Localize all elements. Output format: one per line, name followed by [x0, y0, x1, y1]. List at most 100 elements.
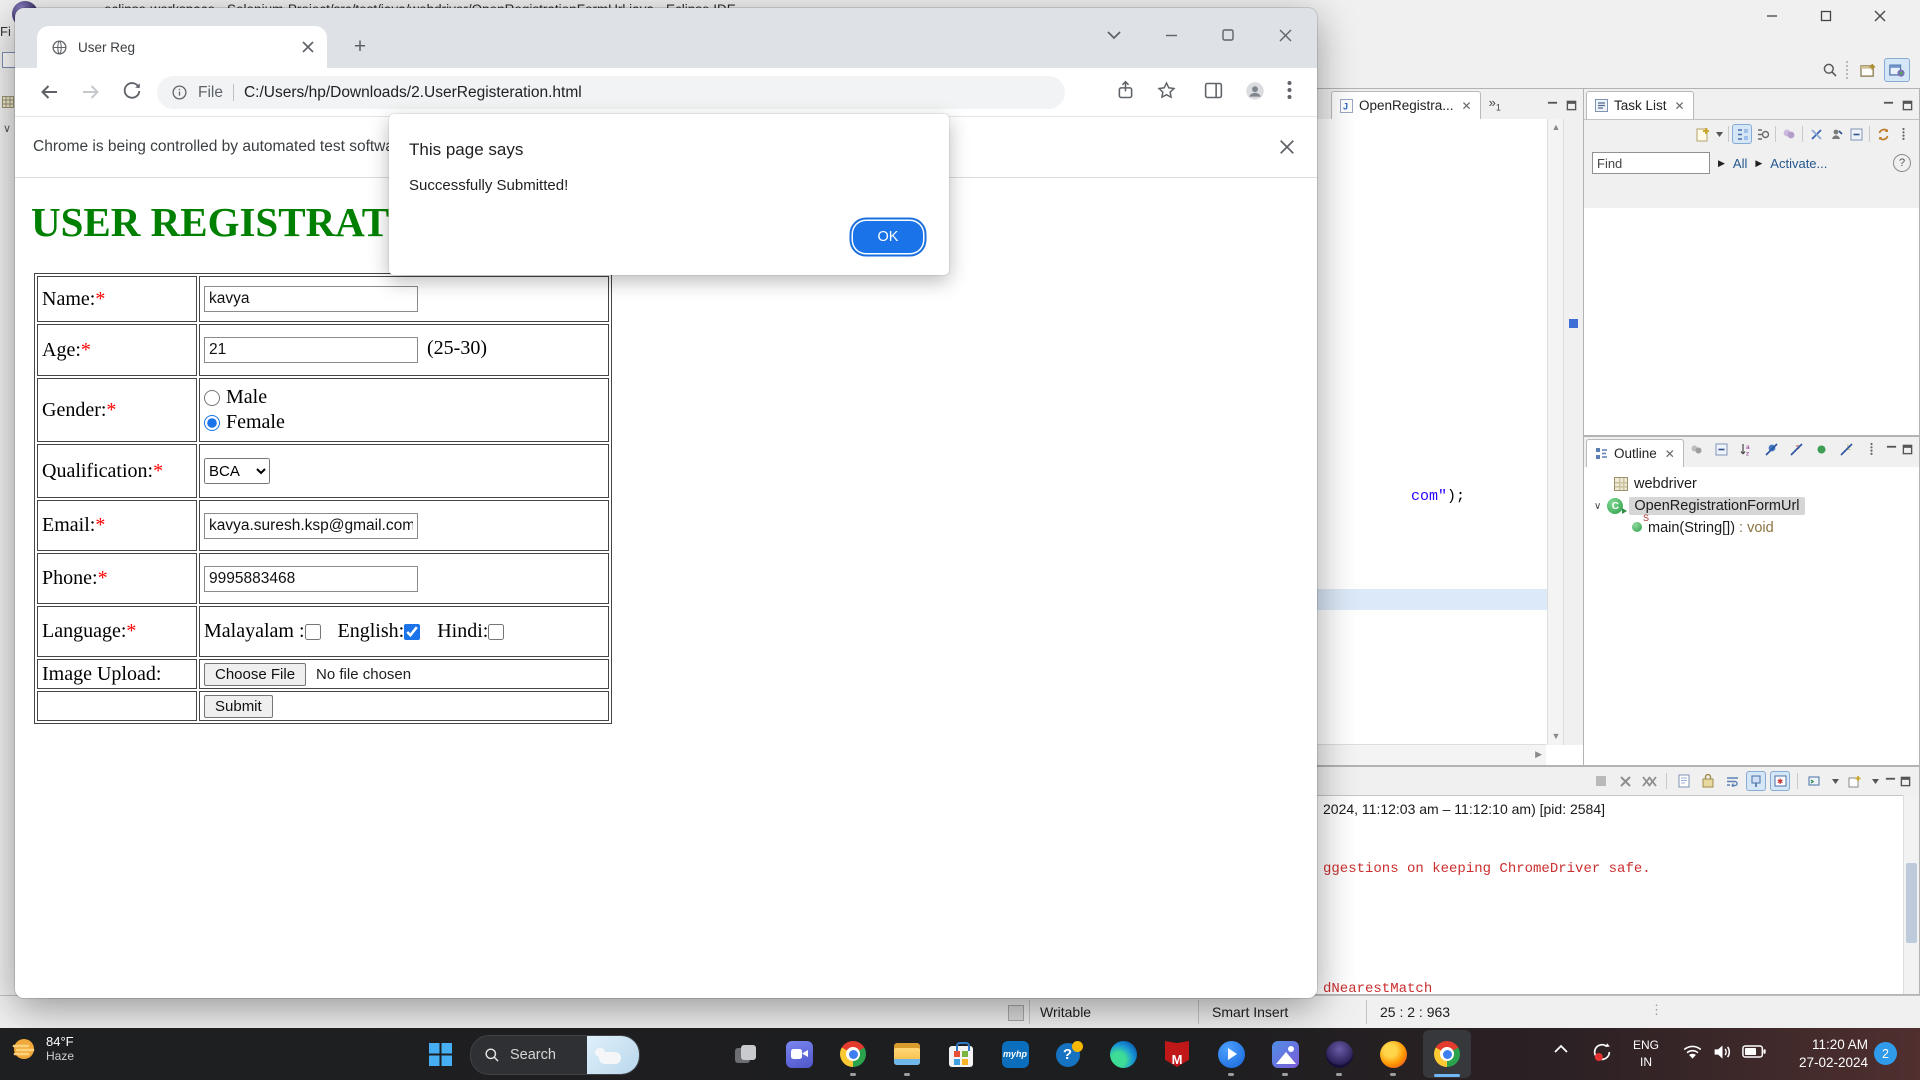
weather-widget[interactable]: 84°F Haze — [10, 1034, 74, 1064]
tree-item-class[interactable]: ∨ C OpenRegistrationFormUrl — [1584, 495, 1919, 517]
scroll-down-icon[interactable]: ▼ — [1548, 732, 1564, 741]
page-info-icon[interactable] — [171, 84, 188, 101]
remove-launch-icon[interactable] — [1615, 771, 1635, 791]
remove-all-launches-icon[interactable] — [1639, 771, 1659, 791]
window-close-button[interactable] — [1263, 18, 1307, 52]
photos-icon[interactable] — [1261, 1030, 1309, 1078]
clear-console-icon[interactable] — [1674, 771, 1694, 791]
word-wrap-icon[interactable] — [1722, 771, 1742, 791]
hide-non-public-icon[interactable] — [1811, 439, 1831, 459]
close-icon[interactable]: ✕ — [1665, 447, 1675, 461]
expander-icon[interactable]: ▶ — [1718, 158, 1725, 169]
store-icon[interactable] — [937, 1030, 985, 1078]
show-on-output-icon[interactable]: ✱ — [1770, 771, 1790, 791]
speaker-icon[interactable] — [1712, 1043, 1733, 1061]
chat-icon[interactable] — [775, 1030, 823, 1078]
maximize-panel-icon[interactable] — [1902, 444, 1913, 455]
browser-tab[interactable]: User Reg — [37, 26, 327, 68]
tab-search-icon[interactable] — [1092, 18, 1136, 52]
tab-open-registration[interactable]: J OpenRegistra... ✕ — [1331, 91, 1481, 119]
view-menu-icon[interactable] — [1893, 124, 1913, 144]
minimize-panel-icon[interactable] — [1886, 444, 1897, 455]
scrollbar-thumb[interactable] — [1906, 863, 1917, 943]
minimize-panel-icon[interactable] — [1885, 776, 1896, 787]
maximize-panel-icon[interactable] — [1566, 100, 1577, 111]
ok-button[interactable]: OK — [853, 221, 923, 253]
scroll-right-icon[interactable]: ▶ — [1535, 750, 1542, 759]
firefox-icon[interactable] — [1369, 1030, 1417, 1078]
java-perspective-icon[interactable] — [1884, 58, 1910, 82]
notification-badge[interactable]: 2 — [1874, 1042, 1897, 1065]
close-icon[interactable]: ✕ — [1675, 99, 1685, 113]
kebab-menu-icon[interactable] — [1287, 79, 1292, 101]
new-tab-button[interactable]: + — [345, 32, 375, 62]
editor-vscrollbar[interactable]: ▲ ▼ — [1547, 119, 1564, 745]
get-help-icon[interactable]: ? — [1045, 1030, 1093, 1078]
edge-icon[interactable] — [1099, 1030, 1147, 1078]
battery-icon[interactable] — [1742, 1044, 1766, 1059]
chevron-down-icon[interactable]: ∨ — [3, 122, 11, 135]
filter-person-icon[interactable] — [1826, 124, 1846, 144]
tab-close-icon[interactable] — [301, 40, 315, 54]
reload-icon[interactable] — [121, 80, 143, 102]
scheduled-view-icon[interactable] — [1752, 124, 1772, 144]
eclipse-taskbar-icon[interactable] — [1315, 1030, 1363, 1078]
phone-input[interactable] — [204, 566, 418, 592]
close-icon[interactable]: ✕ — [1462, 99, 1472, 113]
find-input[interactable] — [1592, 152, 1710, 174]
share-icon[interactable] — [1115, 80, 1136, 101]
qualification-select[interactable]: BCA — [204, 458, 270, 484]
collapse-all-icon[interactable] — [1846, 124, 1866, 144]
choose-file-button[interactable]: Choose File — [204, 663, 306, 686]
eclipse-minimize-button[interactable] — [1752, 4, 1792, 28]
language-hindi-checkbox[interactable] — [488, 624, 504, 640]
dropdown-arrow-icon[interactable] — [1869, 771, 1881, 791]
bookmark-star-icon[interactable] — [1156, 80, 1177, 101]
language-malayalam-checkbox[interactable] — [305, 624, 321, 640]
console-scrollbar[interactable] — [1903, 795, 1919, 994]
pin-console-icon[interactable] — [1746, 771, 1766, 791]
hide-completed-icon[interactable] — [1806, 124, 1826, 144]
hide-static-icon[interactable]: s — [1786, 439, 1806, 459]
gender-female-radio[interactable] — [204, 415, 220, 431]
tray-chevron-up-icon[interactable] — [1554, 1044, 1568, 1054]
minimize-panel-icon[interactable] — [1883, 100, 1894, 111]
clock[interactable]: 11:20 AM 27-02-2024 — [1782, 1036, 1868, 1072]
language-indicator[interactable]: ENG IN — [1633, 1037, 1659, 1071]
file-explorer-icon[interactable] — [883, 1030, 931, 1078]
focus-icon[interactable] — [1686, 439, 1706, 459]
mcafee-icon[interactable]: M — [1153, 1030, 1201, 1078]
address-bar[interactable]: File C:/Users/hp/Downloads/2.UserRegiste… — [157, 76, 1065, 109]
wifi-icon[interactable] — [1682, 1043, 1703, 1061]
back-icon[interactable] — [37, 80, 61, 104]
expander-icon[interactable]: ∨ — [1584, 501, 1601, 512]
debug-grid-icon[interactable] — [2, 96, 14, 108]
eclipse-restore-button[interactable] — [1806, 4, 1846, 28]
new-console-view-icon[interactable] — [1845, 771, 1865, 791]
language-english-checkbox[interactable] — [404, 624, 420, 640]
scroll-up-icon[interactable]: ▲ — [1548, 123, 1564, 132]
task-list-content[interactable] — [1584, 208, 1919, 435]
start-button[interactable] — [416, 1030, 464, 1078]
media-player-icon[interactable] — [1207, 1030, 1255, 1078]
scroll-lock-icon[interactable] — [1698, 771, 1718, 791]
new-file-icon[interactable] — [2, 52, 16, 68]
tree-item-method[interactable]: S main(String[]) : void — [1584, 517, 1919, 539]
hide-local-types-icon[interactable]: L — [1836, 439, 1856, 459]
gender-male-radio[interactable] — [204, 390, 220, 406]
window-maximize-button[interactable] — [1206, 18, 1250, 52]
name-input[interactable] — [204, 286, 418, 312]
task-view-icon[interactable] — [721, 1030, 769, 1078]
tab-overflow-indicator[interactable]: »1 — [1489, 95, 1501, 113]
dropdown-arrow-icon[interactable] — [1829, 771, 1841, 791]
search-box[interactable]: Search — [470, 1035, 640, 1075]
new-task-icon[interactable] — [1693, 124, 1713, 144]
categorized-view-icon[interactable] — [1732, 124, 1752, 144]
open-perspective-icon[interactable] — [1858, 60, 1878, 80]
filter-all-link[interactable]: All — [1733, 156, 1747, 171]
chrome-icon[interactable] — [829, 1030, 877, 1078]
sort-icon[interactable]: az — [1736, 439, 1756, 459]
open-console-icon[interactable] — [1805, 771, 1825, 791]
minimize-panel-icon[interactable] — [1547, 100, 1558, 111]
help-icon[interactable]: ? — [1893, 154, 1911, 172]
